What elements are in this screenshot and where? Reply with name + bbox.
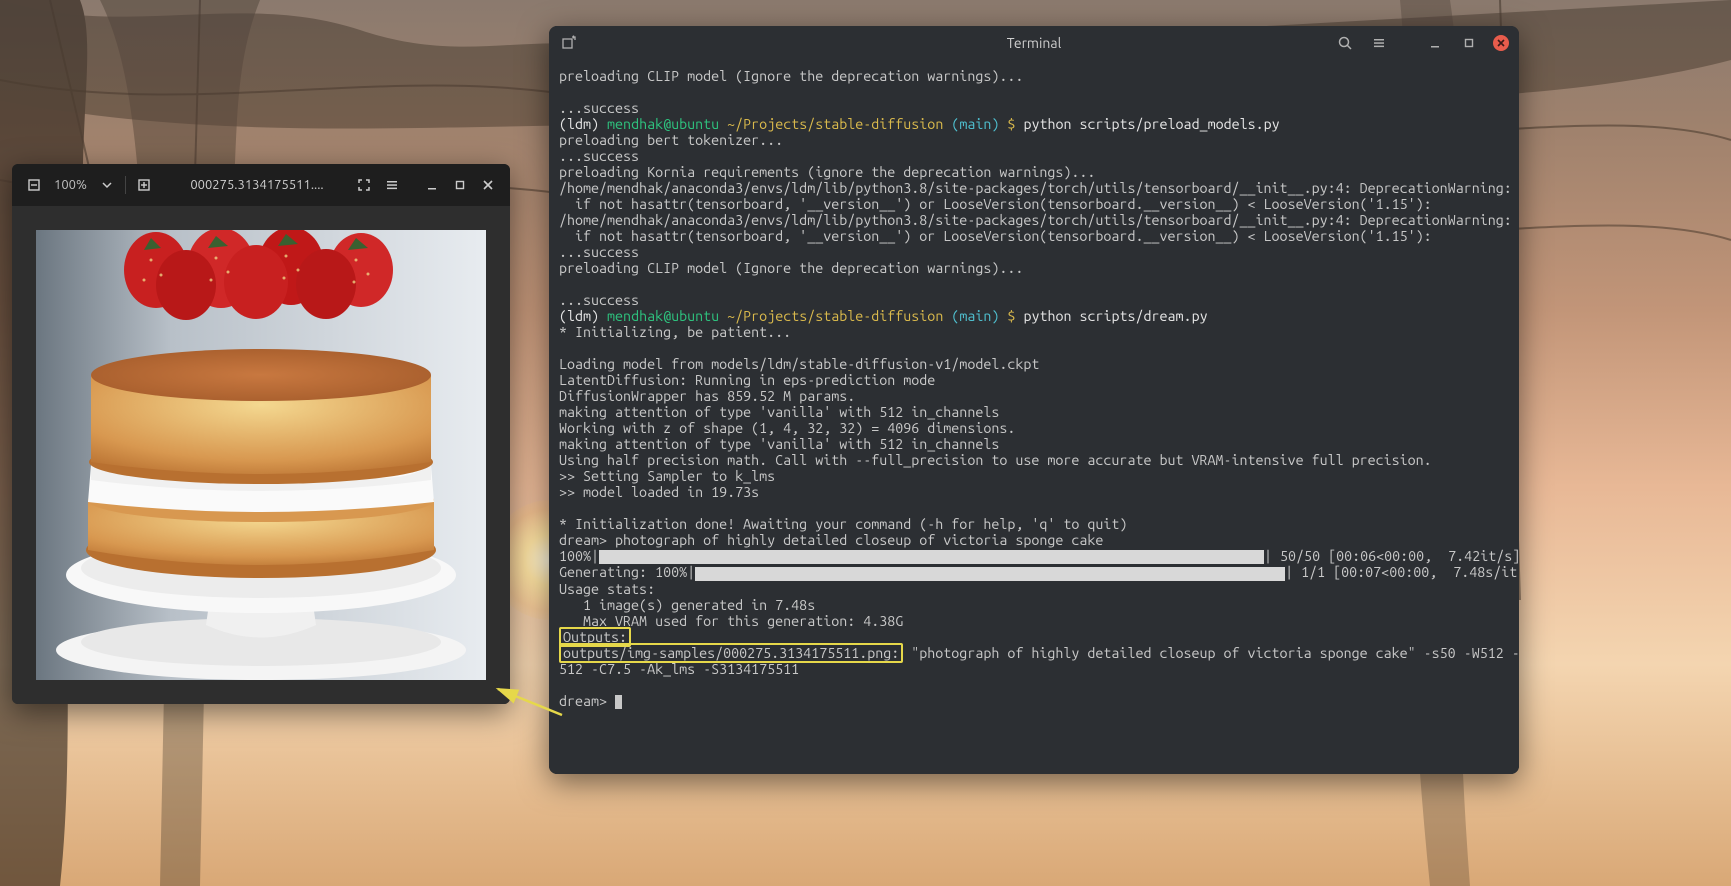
terminal-window: Terminal preloading CLIP model (Ignore t… (549, 26, 1519, 774)
minimize-icon[interactable] (418, 171, 446, 199)
close-icon[interactable] (1493, 35, 1509, 51)
minimize-icon[interactable] (1425, 33, 1445, 53)
image-viewer-titlebar[interactable]: 100% 000275.3134175511.... (12, 164, 510, 206)
image-viewer-title: 000275.3134175511.... (168, 178, 346, 192)
hamburger-menu-icon[interactable] (1369, 33, 1389, 53)
image-viewer-window: 100% 000275.3134175511.... (12, 164, 510, 704)
search-icon[interactable] (1335, 33, 1355, 53)
zoom-out-icon[interactable] (20, 171, 48, 199)
image-viewer-body (12, 206, 510, 704)
fullscreen-icon[interactable] (350, 171, 378, 199)
terminal-output[interactable]: preloading CLIP model (Ignore the deprec… (549, 60, 1519, 774)
maximize-icon[interactable] (1459, 33, 1479, 53)
maximize-icon[interactable] (446, 171, 474, 199)
hamburger-menu-icon[interactable] (378, 171, 406, 199)
zoom-in-icon[interactable] (130, 171, 158, 199)
close-icon[interactable] (474, 171, 502, 199)
new-tab-icon[interactable] (559, 33, 579, 53)
terminal-titlebar[interactable]: Terminal (549, 26, 1519, 60)
zoom-dropdown-icon[interactable] (93, 171, 121, 199)
generated-cake-image[interactable] (36, 230, 486, 680)
zoom-level-label: 100% (48, 178, 93, 192)
